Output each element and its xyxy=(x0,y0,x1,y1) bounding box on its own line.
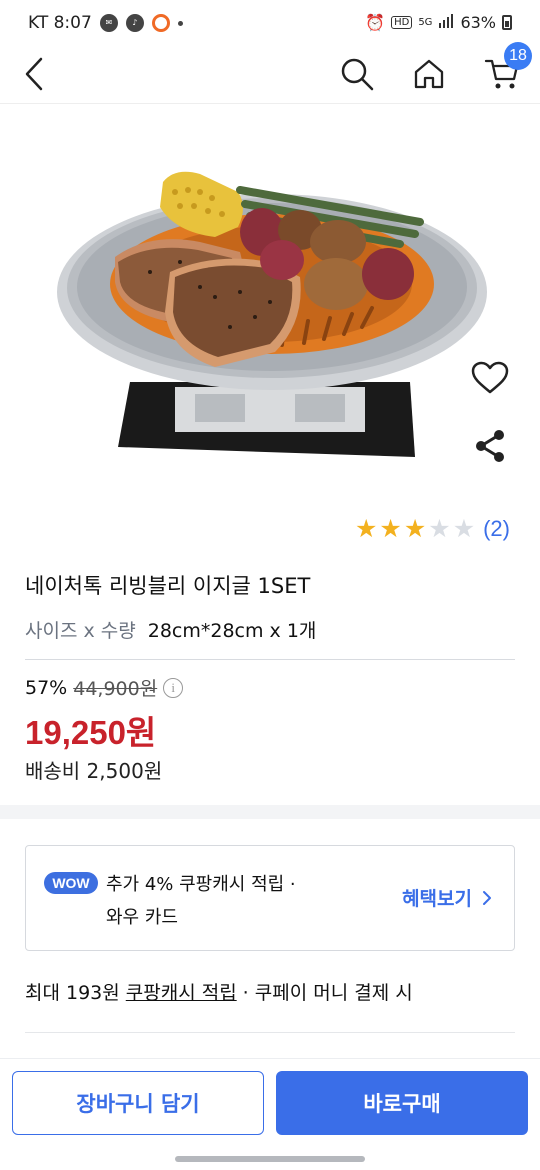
product-rating[interactable]: ★ ★ ★ ★ ★ (2) xyxy=(355,514,510,544)
share-icon xyxy=(476,430,504,462)
back-button[interactable] xyxy=(10,50,58,98)
cash-reward-link[interactable]: 쿠팡캐시 적립 xyxy=(126,978,237,1005)
home-icon xyxy=(414,59,444,89)
bottom-action-bar: 장바구니 담기 바로구매 xyxy=(0,1058,540,1170)
more-notifications-icon xyxy=(177,20,183,26)
wishlist-button[interactable] xyxy=(470,358,510,398)
star-empty-icon: ★ xyxy=(452,514,476,543)
status-bar: KT 8:07 ✉ ♪ ⏰ HD 5G 63% xyxy=(0,0,540,48)
network-type: 5G xyxy=(418,17,433,28)
section-divider xyxy=(0,805,540,819)
selected-option: 사이즈 x 수량 28cm*28cm x 1개 xyxy=(25,616,316,643)
cart-count-badge: 18 xyxy=(504,42,532,70)
hd-icon: HD xyxy=(391,16,413,29)
chevron-right-icon xyxy=(483,890,491,905)
product-title: 네이처톡 리빙블리 이지글 1SET xyxy=(25,574,311,598)
star-filled-icon: ★ xyxy=(403,514,427,543)
talk-notification-icon: ✉ xyxy=(99,14,118,32)
review-count-link[interactable]: (2) xyxy=(483,516,510,542)
wow-benefit-box[interactable]: WOW 추가 4% 쿠팡캐시 적립 · 와우 카드 혜택보기 xyxy=(25,845,515,951)
battery-icon xyxy=(502,15,512,30)
star-filled-icon: ★ xyxy=(379,514,402,543)
info-icon[interactable]: i xyxy=(163,677,184,698)
sale-price: 19,250원 xyxy=(25,714,157,751)
benefit-line-2: 와우 카드 xyxy=(106,907,178,928)
divider xyxy=(25,1032,515,1033)
battery-percent: 63% xyxy=(460,13,496,32)
share-button[interactable] xyxy=(470,426,510,466)
top-navigation: 18 xyxy=(0,42,540,104)
star-filled-icon: ★ xyxy=(355,514,378,543)
carrier-time: KT 8:07 xyxy=(28,13,92,33)
app-badge-icon xyxy=(151,14,170,32)
signal-icon xyxy=(438,13,454,32)
divider xyxy=(25,659,515,660)
product-image[interactable] xyxy=(0,112,540,502)
cart-button[interactable]: 18 xyxy=(478,42,532,98)
add-to-cart-button[interactable]: 장바구니 담기 xyxy=(12,1071,264,1135)
original-price: 44,900원 xyxy=(73,678,158,700)
search-button[interactable] xyxy=(333,50,381,98)
wow-badge: WOW xyxy=(44,872,98,894)
home-button[interactable] xyxy=(405,50,453,98)
star-empty-icon: ★ xyxy=(428,514,451,543)
discount-rate: 57% xyxy=(25,676,68,699)
option-value: 28cm*28cm x 1개 xyxy=(147,620,317,642)
home-indicator[interactable] xyxy=(175,1156,365,1162)
discount-row: 57% 44,900원 i xyxy=(25,674,184,701)
shipping-fee: 배송비 2,500원 xyxy=(25,759,163,783)
option-label: 사이즈 x 수량 xyxy=(25,620,136,642)
alarm-icon: ⏰ xyxy=(365,13,386,32)
cash-condition: · 쿠페이 머니 결제 시 xyxy=(242,982,413,1004)
app-notification-icon: ♪ xyxy=(125,14,144,32)
grill-pan-illustration xyxy=(57,171,487,457)
view-benefits-link[interactable]: 혜택보기 xyxy=(402,884,492,911)
buy-now-button[interactable]: 바로구매 xyxy=(276,1071,528,1135)
chevron-left-icon xyxy=(25,57,43,91)
benefit-line-1: 추가 4% 쿠팡캐시 적립 · xyxy=(106,874,296,895)
search-icon xyxy=(341,58,374,91)
view-benefits-label: 혜택보기 xyxy=(402,888,472,910)
heart-icon xyxy=(471,361,509,394)
benefit-text: 추가 4% 쿠팡캐시 적립 · 와우 카드 xyxy=(106,868,366,934)
cash-reward-row: 최대 193원 쿠팡캐시 적립 · 쿠페이 머니 결제 시 xyxy=(25,978,413,1005)
cash-max: 최대 193원 xyxy=(25,982,120,1004)
